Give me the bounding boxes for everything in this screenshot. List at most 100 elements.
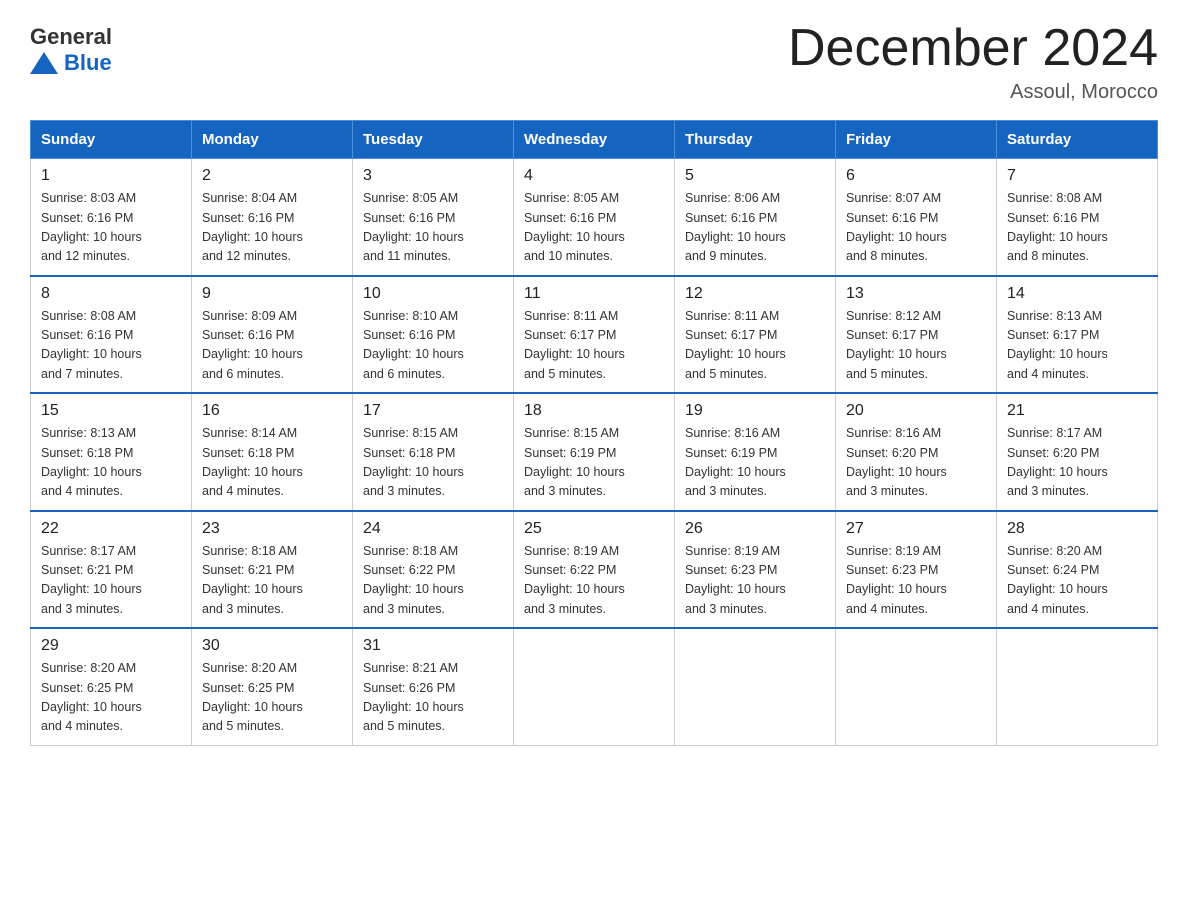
day-info: Sunrise: 8:20 AM Sunset: 6:25 PM Dayligh…: [41, 659, 181, 737]
col-header-wednesday: Wednesday: [514, 121, 675, 159]
calendar-week-5: 29 Sunrise: 8:20 AM Sunset: 6:25 PM Dayli…: [31, 628, 1158, 745]
calendar-cell: 22Sunrise: 8:17 AM Sunset: 6:21 PM Dayli…: [31, 511, 192, 629]
day-number: 13: [846, 285, 986, 303]
calendar-cell: 1 Sunrise: 8:03 AM Sunset: 6:16 PM Daylig…: [31, 159, 192, 276]
day-info: Sunrise: 8:08 AM Sunset: 6:16 PM Dayligh…: [41, 307, 181, 385]
calendar-cell: 3 Sunrise: 8:05 AM Sunset: 6:16 PM Daylig…: [353, 159, 514, 276]
calendar-cell: 29 Sunrise: 8:20 AM Sunset: 6:25 PM Dayli…: [31, 628, 192, 745]
logo-general-text: General: [30, 24, 112, 50]
day-info: Sunrise: 8:03 AM Sunset: 6:16 PM Dayligh…: [41, 189, 181, 267]
day-number: 2: [202, 167, 342, 185]
day-info: Sunrise: 8:20 AM Sunset: 6:25 PM Dayligh…: [202, 659, 342, 737]
day-number: 17: [363, 402, 503, 420]
day-number: 3: [363, 167, 503, 185]
col-header-monday: Monday: [192, 121, 353, 159]
day-number: 21: [1007, 402, 1147, 420]
day-number: 24: [363, 520, 503, 538]
day-number: 18: [524, 402, 664, 420]
calendar-cell: 15Sunrise: 8:13 AM Sunset: 6:18 PM Dayli…: [31, 393, 192, 511]
calendar-cell: 11 Sunrise: 8:11 AM Sunset: 6:17 PM Dayli…: [514, 276, 675, 394]
calendar-cell: 26Sunrise: 8:19 AM Sunset: 6:23 PM Dayli…: [675, 511, 836, 629]
day-info: Sunrise: 8:18 AM Sunset: 6:21 PM Dayligh…: [202, 542, 342, 620]
day-number: 5: [685, 167, 825, 185]
calendar-cell: 17 Sunrise: 8:15 AM Sunset: 6:18 PM Dayli…: [353, 393, 514, 511]
day-number: 11: [524, 285, 664, 303]
calendar-cell: 23 Sunrise: 8:18 AM Sunset: 6:21 PM Dayli…: [192, 511, 353, 629]
calendar-cell: 7 Sunrise: 8:08 AM Sunset: 6:16 PM Daylig…: [997, 159, 1158, 276]
day-info: Sunrise: 8:05 AM Sunset: 6:16 PM Dayligh…: [363, 189, 503, 267]
day-number: 23: [202, 520, 342, 538]
day-info: Sunrise: 8:16 AM Sunset: 6:20 PM Dayligh…: [846, 424, 986, 502]
calendar-cell: 28 Sunrise: 8:20 AM Sunset: 6:24 PM Dayli…: [997, 511, 1158, 629]
day-info: Sunrise: 8:13 AM Sunset: 6:18 PM Dayligh…: [41, 424, 181, 502]
day-number: 7: [1007, 167, 1147, 185]
day-info: Sunrise: 8:15 AM Sunset: 6:19 PM Dayligh…: [524, 424, 664, 502]
day-number: 28: [1007, 520, 1147, 538]
day-number: 20: [846, 402, 986, 420]
day-info: Sunrise: 8:16 AM Sunset: 6:19 PM Dayligh…: [685, 424, 825, 502]
day-info: Sunrise: 8:17 AM Sunset: 6:20 PM Dayligh…: [1007, 424, 1147, 502]
calendar-cell: 4Sunrise: 8:05 AM Sunset: 6:16 PM Daylig…: [514, 159, 675, 276]
day-info: Sunrise: 8:05 AM Sunset: 6:16 PM Dayligh…: [524, 189, 664, 267]
calendar-cell: 5 Sunrise: 8:06 AM Sunset: 6:16 PM Daylig…: [675, 159, 836, 276]
calendar-cell: 25 Sunrise: 8:19 AM Sunset: 6:22 PM Dayli…: [514, 511, 675, 629]
day-info: Sunrise: 8:19 AM Sunset: 6:22 PM Dayligh…: [524, 542, 664, 620]
col-header-thursday: Thursday: [675, 121, 836, 159]
day-info: Sunrise: 8:17 AM Sunset: 6:21 PM Dayligh…: [41, 542, 181, 620]
calendar-cell: [675, 628, 836, 745]
day-info: Sunrise: 8:11 AM Sunset: 6:17 PM Dayligh…: [524, 307, 664, 385]
page-header: General Blue December 2024 Assoul, Moroc…: [30, 20, 1158, 104]
day-info: Sunrise: 8:10 AM Sunset: 6:16 PM Dayligh…: [363, 307, 503, 385]
day-number: 31: [363, 637, 503, 655]
calendar-cell: [514, 628, 675, 745]
logo-svg-icon: [30, 52, 58, 74]
calendar-subtitle: Assoul, Morocco: [788, 81, 1158, 104]
day-number: 29: [41, 637, 181, 655]
calendar-title: December 2024: [788, 20, 1158, 77]
day-info: Sunrise: 8:15 AM Sunset: 6:18 PM Dayligh…: [363, 424, 503, 502]
day-number: 9: [202, 285, 342, 303]
calendar-table: SundayMondayTuesdayWednesdayThursdayFrid…: [30, 120, 1158, 746]
title-area: December 2024 Assoul, Morocco: [788, 20, 1158, 104]
calendar-cell: 12Sunrise: 8:11 AM Sunset: 6:17 PM Dayli…: [675, 276, 836, 394]
calendar-cell: 8 Sunrise: 8:08 AM Sunset: 6:16 PM Daylig…: [31, 276, 192, 394]
day-info: Sunrise: 8:04 AM Sunset: 6:16 PM Dayligh…: [202, 189, 342, 267]
calendar-cell: 24 Sunrise: 8:18 AM Sunset: 6:22 PM Dayli…: [353, 511, 514, 629]
calendar-week-4: 22Sunrise: 8:17 AM Sunset: 6:21 PM Dayli…: [31, 511, 1158, 629]
calendar-week-3: 15Sunrise: 8:13 AM Sunset: 6:18 PM Dayli…: [31, 393, 1158, 511]
day-number: 25: [524, 520, 664, 538]
calendar-cell: 2 Sunrise: 8:04 AM Sunset: 6:16 PM Daylig…: [192, 159, 353, 276]
calendar-cell: 27Sunrise: 8:19 AM Sunset: 6:23 PM Dayli…: [836, 511, 997, 629]
day-number: 19: [685, 402, 825, 420]
day-info: Sunrise: 8:20 AM Sunset: 6:24 PM Dayligh…: [1007, 542, 1147, 620]
calendar-cell: 16 Sunrise: 8:14 AM Sunset: 6:18 PM Dayli…: [192, 393, 353, 511]
col-header-sunday: Sunday: [31, 121, 192, 159]
day-info: Sunrise: 8:06 AM Sunset: 6:16 PM Dayligh…: [685, 189, 825, 267]
calendar-cell: 30 Sunrise: 8:20 AM Sunset: 6:25 PM Dayli…: [192, 628, 353, 745]
day-number: 12: [685, 285, 825, 303]
calendar-cell: 18 Sunrise: 8:15 AM Sunset: 6:19 PM Dayli…: [514, 393, 675, 511]
calendar-week-1: 1 Sunrise: 8:03 AM Sunset: 6:16 PM Daylig…: [31, 159, 1158, 276]
col-header-tuesday: Tuesday: [353, 121, 514, 159]
day-info: Sunrise: 8:14 AM Sunset: 6:18 PM Dayligh…: [202, 424, 342, 502]
day-number: 6: [846, 167, 986, 185]
col-header-saturday: Saturday: [997, 121, 1158, 159]
logo-icon: [30, 52, 58, 74]
day-info: Sunrise: 8:18 AM Sunset: 6:22 PM Dayligh…: [363, 542, 503, 620]
calendar-cell: 9Sunrise: 8:09 AM Sunset: 6:16 PM Daylig…: [192, 276, 353, 394]
day-number: 1: [41, 167, 181, 185]
calendar-cell: [836, 628, 997, 745]
day-info: Sunrise: 8:13 AM Sunset: 6:17 PM Dayligh…: [1007, 307, 1147, 385]
calendar-week-2: 8 Sunrise: 8:08 AM Sunset: 6:16 PM Daylig…: [31, 276, 1158, 394]
day-info: Sunrise: 8:08 AM Sunset: 6:16 PM Dayligh…: [1007, 189, 1147, 267]
day-number: 30: [202, 637, 342, 655]
calendar-header-row: SundayMondayTuesdayWednesdayThursdayFrid…: [31, 121, 1158, 159]
col-header-friday: Friday: [836, 121, 997, 159]
calendar-cell: 10Sunrise: 8:10 AM Sunset: 6:16 PM Dayli…: [353, 276, 514, 394]
day-number: 16: [202, 402, 342, 420]
day-info: Sunrise: 8:19 AM Sunset: 6:23 PM Dayligh…: [846, 542, 986, 620]
calendar-cell: 21 Sunrise: 8:17 AM Sunset: 6:20 PM Dayli…: [997, 393, 1158, 511]
day-number: 8: [41, 285, 181, 303]
calendar-cell: 19 Sunrise: 8:16 AM Sunset: 6:19 PM Dayli…: [675, 393, 836, 511]
day-info: Sunrise: 8:19 AM Sunset: 6:23 PM Dayligh…: [685, 542, 825, 620]
